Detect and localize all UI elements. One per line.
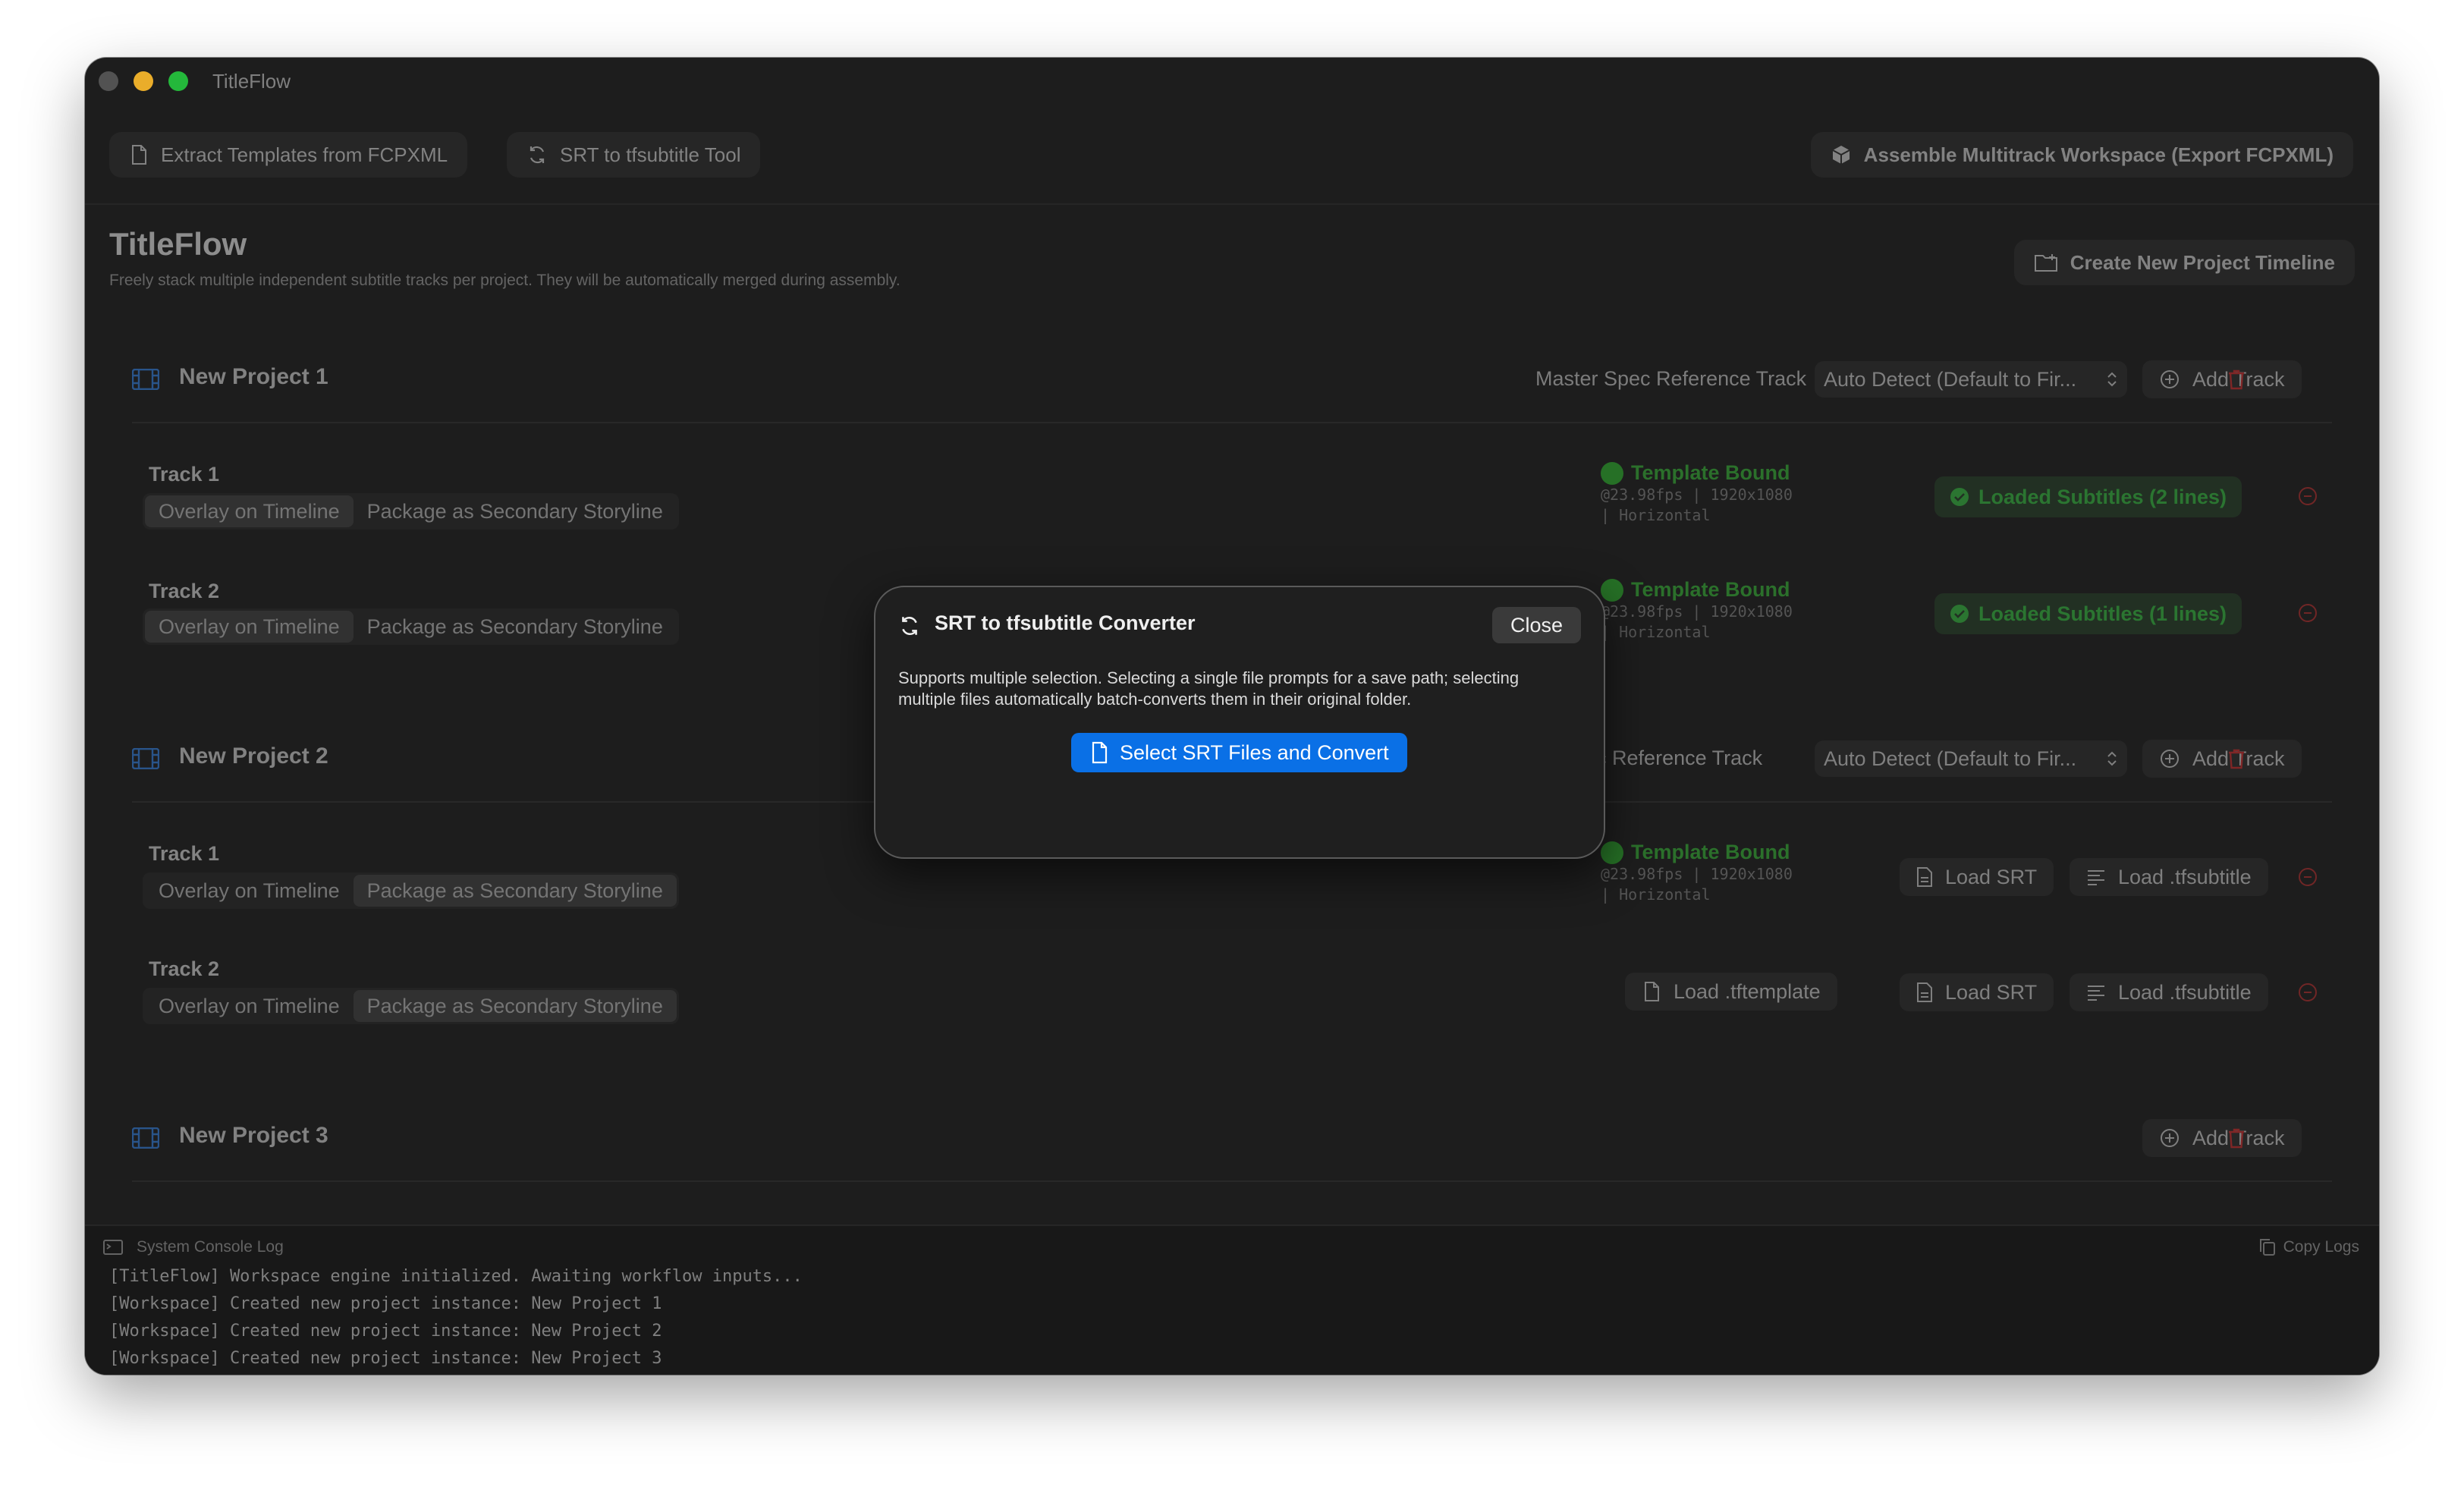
- document-icon: [1089, 741, 1109, 764]
- dialog-title: SRT to tfsubtitle Converter: [935, 611, 1196, 634]
- close-dialog-button[interactable]: Close: [1491, 607, 1581, 643]
- select-srt-files-label: Select SRT Files and Convert: [1120, 740, 1389, 764]
- srt-converter-dialog: SRT to tfsubtitle Converter Close Suppor…: [874, 586, 1605, 859]
- select-srt-files-button[interactable]: Select SRT Files and Convert: [1071, 733, 1407, 772]
- refresh-icon: [898, 615, 921, 641]
- dialog-description: Supports multiple selection. Selecting a…: [898, 668, 1520, 709]
